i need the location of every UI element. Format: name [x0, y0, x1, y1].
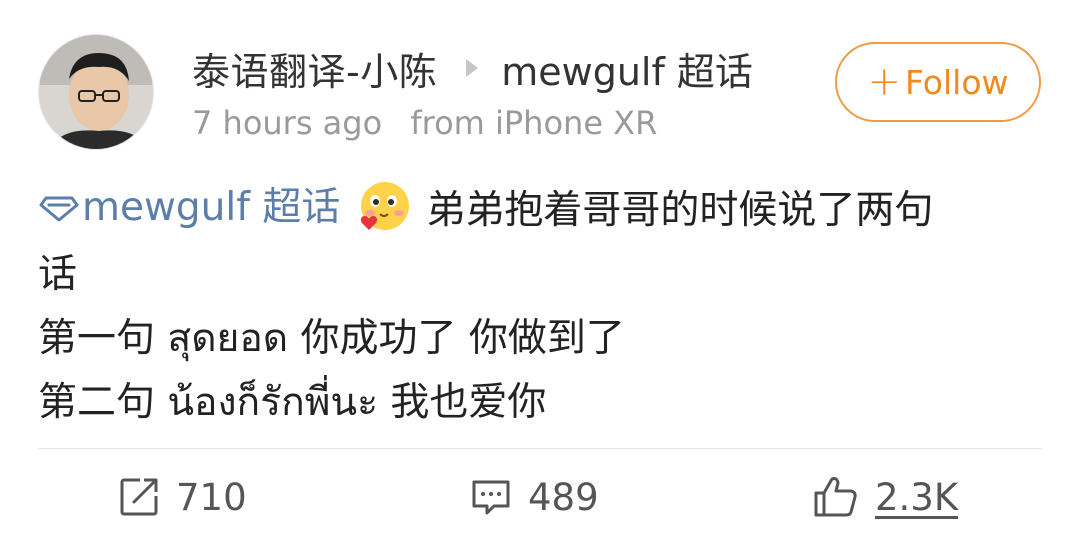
post-text-4: 第二句 น้องก็รักพี่นะ 我也爱你 — [38, 380, 547, 425]
post-text-line: 第一句 สุดยอด 你成功了 你做到了 — [38, 307, 1048, 371]
blushing-face-icon — [361, 182, 410, 230]
action-bar: 710 489 2.3K — [0, 462, 1080, 532]
plus-icon: + — [867, 59, 901, 105]
post-text-3: 第一句 สุดยอด 你成功了 你做到了 — [38, 316, 625, 361]
follow-label: Follow — [905, 62, 1009, 102]
repost-count: 710 — [176, 475, 247, 519]
post-content: mewgulf 超话 弟弟抱着哥哥的时候说了两句 话 第一句 สุดยอด 你成… — [38, 176, 1048, 435]
post-header: 泰语翻译-小陈 mewgulf 超话 7 hours ago from iPho… — [38, 34, 1048, 154]
super-topic-link[interactable]: mewgulf 超话 — [38, 176, 340, 240]
like-count[interactable]: 2.3K — [875, 476, 958, 519]
avatar[interactable] — [38, 34, 154, 150]
author-name[interactable]: 泰语翻译-小陈 — [192, 41, 437, 96]
comment-count: 489 — [528, 475, 599, 519]
diamond-icon — [39, 196, 79, 222]
post-meta: 7 hours ago from iPhone XR — [192, 104, 657, 142]
post-source: from iPhone XR — [410, 104, 658, 142]
repost-button[interactable]: 710 — [118, 462, 247, 532]
post-text-2: 话 — [38, 252, 78, 297]
triangle-right-icon — [466, 59, 479, 77]
like-button[interactable]: 2.3K — [813, 462, 958, 532]
topic-name[interactable]: mewgulf 超话 — [501, 41, 753, 96]
comment-button[interactable]: 489 — [470, 462, 599, 532]
avatar-image — [39, 35, 153, 149]
post-text-line: 话 — [38, 243, 1048, 307]
post-time: 7 hours ago — [192, 104, 383, 142]
super-topic-text: mewgulf 超话 — [82, 185, 341, 230]
name-row: 泰语翻译-小陈 mewgulf 超话 — [192, 42, 753, 94]
comment-bubble-icon — [472, 480, 510, 515]
share-square-icon — [120, 478, 158, 516]
follow-button[interactable]: + Follow — [835, 42, 1041, 122]
post-text-1: 弟弟抱着哥哥的时候说了两句 — [426, 188, 934, 233]
post-text-line: 第二句 น้องก็รักพี่นะ 我也爱你 — [38, 371, 1048, 435]
thumbs-up-icon — [814, 477, 857, 517]
post-text-line: mewgulf 超话 弟弟抱着哥哥的时候说了两句 — [38, 176, 1048, 243]
divider — [38, 448, 1042, 449]
